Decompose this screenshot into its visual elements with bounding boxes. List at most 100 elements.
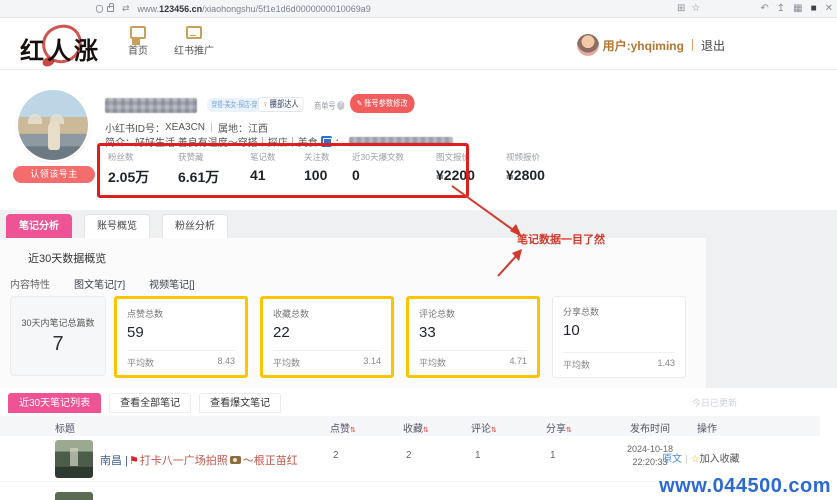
overview-filters: 内容特性 图文笔记[7] 视频笔记[] [10,276,195,291]
downloads-icon[interactable]: ▦ [793,3,802,14]
col-action: 操作 [697,424,717,435]
note-thumbnail[interactable] [55,440,93,478]
bio-text: 好好生活 善良有温度～穿搭｜探店｜美食 [135,138,318,149]
cell-actions: 原文 | ☆加入收藏 [662,450,740,465]
overview-title: 近30天数据概览 [28,253,107,265]
col-publish-time: 发布时间 [630,424,670,435]
sort-icon: ⇅ [491,427,497,434]
add-favorite-link[interactable]: 加入收藏 [700,454,740,465]
cell-shares: 1 [550,450,556,461]
blogger-avatar[interactable] [18,90,88,160]
logo-text: 红人涨 [20,36,101,65]
sort-icon: ⇅ [423,427,429,434]
shares-total-card: 分享总数 10 平均数 1.43 [552,296,686,378]
stat-video-price: 视频报价 ¥2800 [506,152,545,183]
divider [211,123,213,132]
note-app-icon [320,136,332,147]
cell-comments: 1 [475,450,481,461]
talent-tier-badge: ♀ 腰部达人 [258,97,304,112]
site-info-icon[interactable] [96,4,103,13]
col-likes-sort[interactable]: 点赞⇅ [330,420,356,435]
edit-params-button[interactable]: ✎ 账号参数修改 [350,94,415,113]
tab-fan-analysis[interactable]: 粉丝分析 [162,214,228,238]
col-comments-sort[interactable]: 评论⇅ [471,420,497,435]
total-notes-card: 30天内笔记总篇数 7 [10,296,106,376]
biz-order-label[interactable]: 商单号 ? [314,99,345,112]
pencil-icon: ✎ [356,99,363,108]
cell-likes: 2 [333,450,339,461]
stat-viral-notes: 近30天爆文数 0 [352,152,404,183]
annotation-text: 笔记数据一目了然 [517,234,605,246]
star-icon: ☆ [690,454,700,465]
metric-cards-row: 30天内笔记总篇数 7 点赞总数 59 平均数 8.43 收藏总数 22 平均数 3… [10,296,698,378]
help-icon[interactable]: ? [337,101,345,110]
cell-collects: 2 [406,450,412,461]
original-link[interactable]: 原文 [662,454,682,465]
stat-following: 关注数 100 [304,152,330,183]
col-shares-sort[interactable]: 分享⇅ [546,420,572,435]
blurred-name [105,97,197,113]
bookmark-star-icon[interactable]: ☆ [691,3,700,14]
lock-icon[interactable] [107,2,114,12]
stat-notes: 笔记数 41 [250,152,276,183]
comments-total-card: 评论总数 33 平均数 4.71 [406,296,540,378]
notes-table-tabs: 近30天笔记列表 查看全部笔记 查看爆文笔记 [8,393,289,413]
site-logo[interactable]: 红人涨 [16,21,128,67]
main-nav: 首页 红书推广 [128,26,214,57]
extension-icon[interactable]: ■ [811,3,817,14]
site-header: 红人涨 首页 红书推广 用户:yhqiming 退出 [0,18,837,70]
url-field[interactable]: www.123456.cn/xiaohongshu/5f1e1d6d000000… [138,4,371,14]
filter-content-traits[interactable]: 内容特性 [10,276,50,291]
col-title: 标题 [55,424,75,435]
pin-icon: ♀ [262,99,269,109]
tab-switch-icon[interactable]: ⇄ [122,3,130,14]
sort-icon: ⇅ [566,427,572,434]
overview-panel: 近30天数据概览 内容特性 图文笔记[7] 视频笔记[] 30天内笔记总篇数 7… [0,238,706,388]
analysis-tabs: 笔记分析 账号概览 粉丝分析 [6,214,240,238]
tab-note-analysis[interactable]: 笔记分析 [6,214,72,238]
share-icon[interactable]: ↥ [777,3,785,14]
profile-stats-row: 粉丝数 2.05万 获赞藏 6.61万 笔记数 41 关注数 100 近30天爆文数 0 … [108,151,568,187]
sort-icon: ⇅ [350,427,356,434]
xhs-id-value: XEA3CN [165,122,206,133]
reader-mode-icon[interactable]: ⊞ [677,3,685,14]
blurred-bio-handle [348,137,453,146]
profile-section: 认领该号主 穿搭-美女-探店-穿搭博主 ♀ 腰部达人 商单号 ? ✎ 账号参数修改… [0,72,837,212]
promotion-book-icon [186,26,202,39]
user-avatar[interactable] [576,34,599,56]
updated-status: 今日已更新 [691,398,737,408]
back-icon[interactable]: ↶ [760,3,768,14]
claim-account-button[interactable]: 认领该号主 [13,166,95,183]
likes-total-card: 点赞总数 59 平均数 8.43 [114,296,248,378]
region-value: 江西 [248,124,269,135]
note-title-link[interactable]: 南昌 |⚑打卡八一广场拍照 ～根正苗红 [100,452,298,468]
user-name: 用户:yhqiming [602,38,684,53]
tab-viral-notes[interactable]: 查看爆文笔记 [199,393,282,413]
col-collects-sort[interactable]: 收藏⇅ [403,420,429,435]
browser-address-bar: ⇄ www.123456.cn/xiaohongshu/5f1e1d6d0000… [0,0,837,18]
stat-image-price: 图文报价 ¥2200 [436,152,475,183]
app-root: ⇄ www.123456.cn/xiaohongshu/5f1e1d6d0000… [0,0,837,500]
profile-bio-row: 简介： 好好生活 善良有温度～穿搭｜探店｜美食 ： [105,134,453,149]
tab-account-overview[interactable]: 账号概览 [84,214,150,238]
filter-video-notes[interactable]: 视频笔记[] [149,276,195,291]
camera-icon [229,456,241,464]
stat-likes-collects: 获赞藏 6.61万 [178,152,220,185]
divider [691,39,693,51]
stat-followers: 粉丝数 2.05万 [108,152,150,185]
nav-item-promotion[interactable]: 红书推广 [174,26,214,57]
logout-button[interactable]: 退出 [701,37,725,54]
divider: | [685,454,688,465]
flag-icon: ⚑ [128,455,139,467]
close-icon[interactable]: ✕ [825,3,833,14]
tab-30day-notes[interactable]: 近30天笔记列表 [8,393,102,413]
table-header-row: 标题 点赞⇅ 收藏⇅ 评论⇅ 分享⇅ 发布时间 操作 [0,416,820,436]
collects-total-card: 收藏总数 22 平均数 3.14 [260,296,394,378]
watermark-url: www.044500.com [659,475,831,497]
nav-item-home[interactable]: 首页 [128,26,148,57]
tab-all-notes[interactable]: 查看全部笔记 [109,393,192,413]
note-thumbnail-partial[interactable] [55,492,93,500]
filter-image-notes[interactable]: 图文笔记[7] [74,276,125,291]
profile-id-row: 小红书ID号： XEA3CN 属地： 江西 [105,122,269,135]
user-area: 用户:yhqiming 退出 [576,34,725,56]
